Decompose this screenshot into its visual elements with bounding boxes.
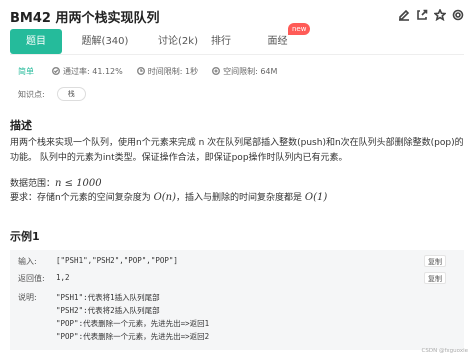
example-block: 输入: ["PSH1","PSH2","POP","POP"] 复制 返回值: …: [10, 250, 464, 350]
space-limit-text: 空间限制: 64M: [223, 66, 278, 76]
time-limit: 时间限制: 1秒: [136, 66, 199, 77]
data-range-math: n ≤ 1000: [55, 178, 102, 189]
knowledge-label: 知识点:: [18, 89, 45, 99]
time-complexity: O(1): [304, 192, 328, 203]
edit-icon[interactable]: [397, 8, 410, 21]
note-label: 说明:: [18, 293, 37, 302]
copy-output-button[interactable]: 复制: [424, 272, 446, 284]
tab-problem[interactable]: 题目: [10, 29, 62, 54]
copy-input-button[interactable]: 复制: [424, 255, 446, 267]
data-range-label: 数据范围：: [10, 179, 56, 189]
example-title: 示例1: [10, 230, 40, 243]
description-text: 用两个栈来实现一个队列，使用n个元素来完成 n 次在队列尾部插入整数(push)…: [10, 138, 464, 163]
header-actions: [397, 8, 464, 21]
output-label: 返回值:: [18, 274, 45, 283]
requirement-middle: ，插入与删除的时间复杂度都是: [176, 193, 305, 203]
pass-rate-text: 通过率: 41.12%: [63, 66, 123, 76]
problem-meta: 简单 通过率: 41.12% 时间限制: 1秒 空间限制: 64M: [18, 64, 291, 78]
time-limit-text: 时间限制: 1秒: [147, 66, 199, 76]
settings-icon[interactable]: [451, 8, 464, 21]
input-label: 输入:: [18, 257, 37, 266]
share-icon[interactable]: [415, 8, 428, 21]
watermark: CSDN @fxguoxie: [421, 348, 468, 354]
new-badge: new: [288, 23, 311, 35]
problem-header: BM42 用两个栈实现队列: [10, 6, 464, 28]
space-complexity: O(n): [153, 192, 177, 203]
output-value: 1,2: [56, 273, 70, 282]
requirement: 要求：存储n个元素的空间复杂度为 O(n)，插入与删除的时间复杂度都是 O(1): [10, 190, 327, 203]
memory-icon: [212, 67, 221, 75]
note-line: "POP":代表删除一个元素，先进先出=>返回2: [56, 332, 210, 341]
star-icon[interactable]: [433, 8, 446, 21]
tab-bar: 题目 题解(340) 讨论(2k) 排行 面经 new: [10, 23, 464, 54]
tab-solutions[interactable]: 题解(340): [70, 29, 140, 54]
note-line: "PSH1":代表将1插入队列尾部: [56, 293, 160, 302]
check-circle-icon: [52, 67, 60, 75]
knowledge-points: 知识点: 栈: [18, 87, 86, 101]
space-limit: 空间限制: 64M: [212, 66, 277, 77]
difficulty-label: 简单: [18, 66, 34, 76]
description-title: 描述: [10, 119, 32, 132]
note-line: "POP":代表删除一个元素，先进先出=>返回1: [56, 319, 210, 328]
note-line: "PSH2":代表将2插入队列尾部: [56, 306, 160, 315]
requirement-prefix: 要求：存储n个元素的空间复杂度为: [10, 193, 154, 203]
knowledge-tag[interactable]: 栈: [56, 87, 86, 101]
data-range: 数据范围：n ≤ 1000: [10, 176, 102, 189]
tab-divider: [10, 54, 464, 55]
page-title: BM42 用两个栈实现队列: [10, 11, 160, 26]
clock-icon: [136, 67, 145, 75]
pass-rate: 通过率: 41.12%: [52, 66, 123, 77]
input-value: ["PSH1","PSH2","POP","POP"]: [56, 256, 178, 265]
